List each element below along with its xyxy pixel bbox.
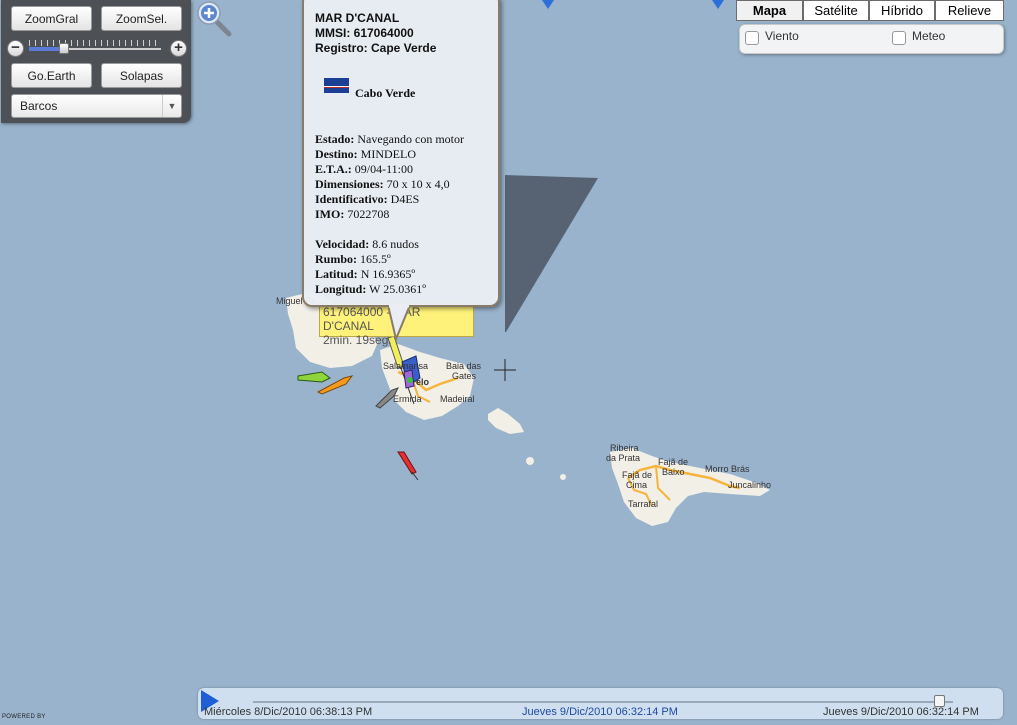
imo-value: 7022708 — [347, 207, 390, 221]
ship-mmsi: MMSI: 617064000 — [315, 26, 414, 40]
zoom-slider-fill — [29, 47, 63, 51]
label-ribeira: Ribeira — [610, 443, 639, 453]
islet-branco — [526, 457, 534, 465]
timeline-track[interactable] — [253, 701, 953, 703]
viento-label: Viento — [765, 29, 799, 43]
go-earth-button[interactable]: Go.Earth — [11, 63, 92, 88]
label-gates: Gates — [452, 371, 477, 381]
zoom-slider[interactable]: − + — [7, 38, 189, 60]
latitud-label: Latitud: — [315, 267, 358, 281]
map-type-bar: Mapa Satélite Híbrido Relieve — [736, 0, 1004, 21]
label-tarrafal: Tarrafal — [628, 499, 659, 509]
row-imo: IMO: 7022708 — [315, 207, 389, 222]
zoom-slider-ticks — [29, 40, 161, 46]
row-latitud: Latitud: N 16.9365º — [315, 267, 415, 282]
latitud-value: N 16.9365º — [360, 267, 416, 281]
row-identificativo: Identificativo: D4ES — [315, 192, 419, 207]
rumbo-label: Rumbo: — [315, 252, 358, 266]
velocidad-label: Velocidad: — [315, 237, 370, 251]
timeline-bar: Miércoles 8/Dic/2010 06:38:13 PM Jueves … — [198, 688, 1003, 719]
label-daprata: da Prata — [606, 453, 641, 463]
map-pin-icon[interactable] — [712, 0, 724, 9]
powered-by-label: POWERED BY — [2, 714, 46, 720]
zoom-slider-thumb[interactable] — [59, 43, 69, 54]
label-faja-baixo-1: Fajã de — [658, 457, 689, 467]
zoom-selection-button[interactable]: ZoomSel. — [101, 6, 182, 31]
row-velocidad: Velocidad: 8.6 nudos — [315, 237, 419, 252]
row-dimensiones: Dimensiones: 70 x 10 x 4,0 — [315, 177, 450, 192]
rumbo-value: 165.5º — [360, 252, 391, 266]
ship-registro: Registro: Cape Verde — [315, 41, 437, 55]
destino-value: MINDELO — [360, 147, 416, 161]
overlay-options: Viento Meteo — [739, 24, 1004, 54]
label-salamansa: Salamansa — [383, 361, 429, 371]
chevron-down-icon[interactable]: ▼ — [162, 95, 181, 117]
row-eta: E.T.A.: 09/04-11:00 — [315, 162, 413, 177]
destino-label: Destino: — [315, 147, 358, 161]
map-type-relieve[interactable]: Relieve — [935, 0, 1004, 21]
timeline-start: Miércoles 8/Dic/2010 06:38:13 PM — [204, 706, 373, 718]
control-panel: ZoomGral ZoomSel. − + Go.Earth Solapas B… — [1, 0, 191, 123]
longitud-value: W 25.0361º — [369, 282, 426, 296]
meteo-checkbox[interactable] — [892, 31, 906, 45]
label-morro: Morro Brás — [705, 464, 750, 474]
label-faja-cima-2: Cima — [626, 480, 648, 490]
row-longitud: Longitud: W 25.0361º — [315, 282, 426, 297]
eta-label: E.T.A.: — [315, 162, 352, 176]
label-faja-baixo-2: Baixo — [662, 467, 685, 477]
solapas-button[interactable]: Solapas — [101, 63, 182, 88]
map-pin-icon[interactable] — [542, 0, 554, 9]
label-baia: Baia das — [446, 361, 482, 371]
label-mindelo: elo — [416, 377, 430, 387]
row-destino: Destino: MINDELO — [315, 147, 416, 162]
timeline-end: Jueves 9/Dic/2010 06:32:14 PM — [823, 706, 979, 718]
popup-pointer — [388, 305, 412, 341]
row-estado: Estado: Navegando con motor — [315, 132, 464, 147]
label-madeiral: Madeiral — [440, 394, 475, 404]
label-faja-cima-1: Fajã de — [622, 470, 653, 480]
identificativo-value: D4ES — [390, 192, 420, 206]
row-rumbo: Rumbo: 165.5º — [315, 252, 391, 267]
estado-label: Estado: — [315, 132, 355, 146]
viento-checkbox[interactable] — [745, 31, 759, 45]
map-type-satelite[interactable]: Satélite — [803, 0, 869, 21]
zoom-in-button[interactable]: + — [170, 40, 187, 57]
dimensiones-label: Dimensiones: — [315, 177, 384, 191]
layer-select[interactable]: Barcos ▼ — [11, 94, 182, 118]
meteo-label: Meteo — [912, 29, 946, 43]
identificativo-label: Identificativo: — [315, 192, 388, 206]
dimensiones-value: 70 x 10 x 4,0 — [386, 177, 450, 191]
map-type-mapa[interactable]: Mapa — [736, 0, 803, 21]
imo-label: IMO: — [315, 207, 345, 221]
eta-value: 09/04-11:00 — [354, 162, 413, 176]
longitud-label: Longitud: — [315, 282, 367, 296]
cape-verde-flag-icon — [324, 78, 349, 93]
ship-name: MAR D'CANAL — [315, 11, 400, 25]
zoom-magnifier-icon[interactable] — [195, 1, 235, 39]
estado-value: Navegando con motor — [357, 132, 464, 146]
flag-country: Cabo Verde — [355, 86, 416, 100]
map-type-hibrido[interactable]: Híbrido — [869, 0, 935, 21]
islet-raso — [560, 474, 566, 480]
timeline-current: Jueves 9/Dic/2010 06:32:14 PM — [522, 706, 678, 718]
zoom-out-button[interactable]: − — [7, 40, 24, 57]
label-ermida: Ermida — [393, 394, 422, 404]
zoom-general-button[interactable]: ZoomGral — [11, 6, 92, 31]
velocidad-value: 8.6 nudos — [372, 237, 419, 251]
ship-info-popup: MAR D'CANAL MMSI: 617064000 Registro: Ca… — [302, 0, 500, 307]
label-juncalinho: Juncalinho — [728, 480, 772, 490]
layer-select-value: Barcos — [20, 99, 58, 113]
